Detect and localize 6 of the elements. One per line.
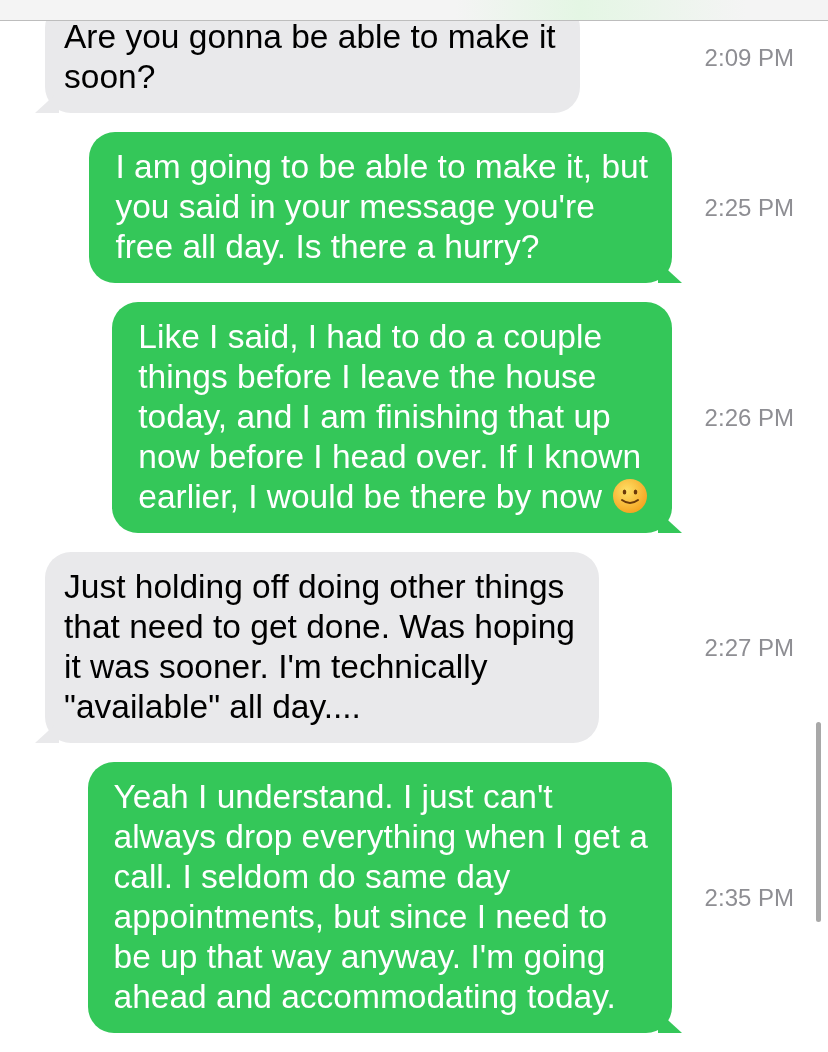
message-time: 2:09 PM bbox=[703, 42, 795, 73]
message-time: 2:27 PM bbox=[703, 632, 795, 663]
scroll-bar[interactable] bbox=[816, 722, 821, 922]
message-time: 2:25 PM bbox=[703, 192, 795, 223]
message-time: 2:35 PM bbox=[703, 882, 795, 913]
message-time: 2:26 PM bbox=[703, 402, 795, 433]
